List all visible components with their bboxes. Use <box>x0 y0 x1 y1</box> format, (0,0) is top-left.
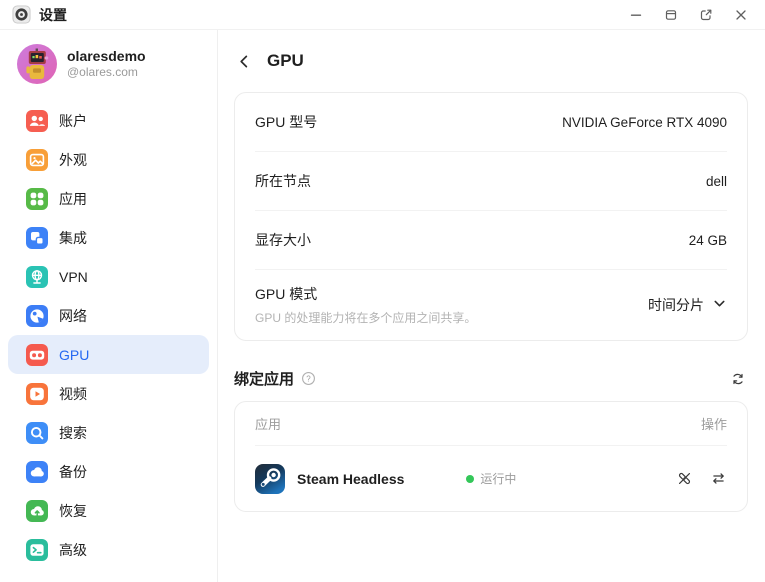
bound-apps-header: 绑定应用 ? <box>234 368 746 389</box>
row-value: dell <box>705 173 727 189</box>
svg-text:?: ? <box>306 374 311 383</box>
sidebar-item-label: GPU <box>59 346 90 363</box>
sidebar-item-label: 应用 <box>59 190 87 207</box>
gpu-info-card: GPU 型号 NVIDIA GeForce RTX 4090 所在节点 dell… <box>234 92 748 341</box>
search-icon <box>26 421 48 444</box>
sidebar-item-label: 网络 <box>59 307 87 324</box>
gpu-card-icon <box>26 343 48 366</box>
appearance-icon <box>26 148 48 171</box>
table-row: Steam Headless 运行中 <box>235 446 747 511</box>
status-text: 运行中 <box>480 472 517 486</box>
video-play-icon <box>26 382 48 405</box>
gpu-mode-select[interactable]: 时间分片 <box>648 295 727 315</box>
apps-grid-icon <box>26 187 48 210</box>
sidebar-item-gpu[interactable]: GPU <box>8 335 209 374</box>
transfer-icon[interactable] <box>710 470 727 487</box>
row-value: 24 GB <box>688 232 727 248</box>
unbind-icon[interactable] <box>676 470 693 487</box>
gpu-mode-value: 时间分片 <box>648 297 704 313</box>
robot-avatar <box>17 44 57 84</box>
sidebar-item-restore[interactable]: 恢复 <box>8 491 209 530</box>
row-label: 所在节点 <box>255 173 311 189</box>
sidebar-item-label: 高级 <box>59 541 87 558</box>
sidebar-item-appearance[interactable]: 外观 <box>8 140 209 179</box>
col-app-header: 应用 <box>255 417 282 432</box>
sidebar-item-label: 搜索 <box>59 424 87 441</box>
sidebar-item-advanced[interactable]: 高级 <box>8 530 209 569</box>
user-handle: @olares.com <box>67 65 138 80</box>
chevron-down-icon <box>712 296 727 314</box>
settings-gear-icon <box>12 5 31 24</box>
user-profile[interactable]: olaresdemo @olares.com <box>8 44 209 84</box>
info-row-model: GPU 型号 NVIDIA GeForce RTX 4090 <box>255 93 727 152</box>
bound-apps-card: 应用 操作 Steam Headless 运行中 <box>234 401 748 512</box>
info-row-gpu-mode: GPU 模式 GPU 的处理能力将在多个应用之间共享。 时间分片 <box>255 270 727 340</box>
info-row-node: 所在节点 dell <box>255 152 727 211</box>
vpn-globe-icon <box>26 265 48 288</box>
settings-window: 设置 olaresdemo @olares.com 账户 外观 应用 集成 VP… <box>0 0 765 582</box>
sidebar-item-integration[interactable]: 集成 <box>8 218 209 257</box>
users-icon <box>26 109 48 132</box>
row-value: NVIDIA GeForce RTX 4090 <box>562 114 727 130</box>
sidebar-item-account[interactable]: 账户 <box>8 101 209 140</box>
restore-cloud-icon <box>26 499 48 522</box>
sidebar-item-label: 恢复 <box>59 502 87 519</box>
sidebar-menu: 账户 外观 应用 集成 VPN 网络 GPU 视频 搜索 备份 恢复 高级 <box>8 101 209 569</box>
sidebar-item-label: 视频 <box>59 385 87 402</box>
close-button[interactable] <box>731 5 751 25</box>
sidebar-item-video[interactable]: 视频 <box>8 374 209 413</box>
sidebar-item-vpn[interactable]: VPN <box>8 257 209 296</box>
sidebar-item-search[interactable]: 搜索 <box>8 413 209 452</box>
sidebar-item-label: VPN <box>59 268 88 285</box>
sidebar-item-label: 备份 <box>59 463 87 480</box>
sidebar-item-apps[interactable]: 应用 <box>8 179 209 218</box>
sidebar: olaresdemo @olares.com 账户 外观 应用 集成 VPN 网… <box>0 30 218 582</box>
table-header: 应用 操作 <box>255 402 727 446</box>
row-label: GPU 模式 <box>255 286 318 302</box>
open-external-button[interactable] <box>696 5 716 25</box>
refresh-icon[interactable] <box>730 371 746 387</box>
status-dot <box>466 474 475 483</box>
terminal-icon <box>26 538 48 561</box>
status-badge: 运行中 <box>466 470 516 487</box>
main-panel: GPU GPU 型号 NVIDIA GeForce RTX 4090 所在节点 … <box>218 30 765 582</box>
steam-icon <box>255 463 285 494</box>
sidebar-item-network[interactable]: 网络 <box>8 296 209 335</box>
sidebar-item-label: 外观 <box>59 151 87 168</box>
user-name: olaresdemo <box>67 48 146 65</box>
sidebar-item-label: 账户 <box>59 112 87 129</box>
info-row-vram: 显存大小 24 GB <box>255 211 727 270</box>
network-globe-icon <box>26 304 48 327</box>
sidebar-item-label: 集成 <box>59 229 87 246</box>
section-title: 绑定应用 <box>234 371 295 388</box>
page-header: GPU <box>234 44 748 78</box>
row-description: GPU 的处理能力将在多个应用之间共享。 <box>255 311 477 325</box>
app-name: Steam Headless <box>297 470 405 487</box>
integration-icon <box>26 226 48 249</box>
sidebar-item-backup[interactable]: 备份 <box>8 452 209 491</box>
window-title: 设置 <box>39 6 67 23</box>
row-label: 显存大小 <box>255 232 311 248</box>
titlebar: 设置 <box>0 0 765 30</box>
minimize-button[interactable] <box>626 5 646 25</box>
backup-cloud-icon <box>26 460 48 483</box>
col-action-header: 操作 <box>700 417 727 432</box>
question-circle-icon[interactable]: ? <box>301 371 316 386</box>
row-label: GPU 型号 <box>255 114 318 130</box>
page-title: GPU <box>267 51 304 70</box>
maximize-button[interactable] <box>661 5 681 25</box>
back-button[interactable] <box>234 51 254 71</box>
